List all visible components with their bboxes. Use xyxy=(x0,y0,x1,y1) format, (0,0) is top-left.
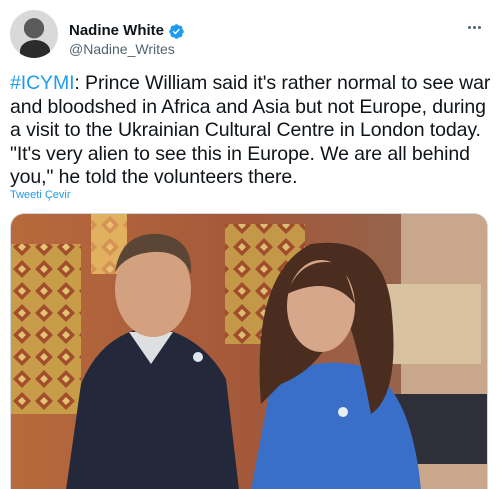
photo-illustration xyxy=(11,214,487,489)
tweet-header: Nadine White @Nadine_Writes xyxy=(10,10,488,58)
author-display-name[interactable]: Nadine White xyxy=(69,22,164,40)
translate-tweet-link[interactable]: Tweeti Çevir xyxy=(10,188,71,202)
tweet-photo[interactable] xyxy=(10,213,488,489)
tweet-text: #ICYMI: Prince William said it's rather … xyxy=(10,72,494,190)
author-name-row[interactable]: Nadine White xyxy=(69,22,185,40)
avatar[interactable] xyxy=(10,10,58,58)
verified-badge-icon xyxy=(169,23,184,39)
tweet-body: : Prince William said it's rather normal… xyxy=(10,72,491,188)
more-options-icon[interactable] xyxy=(462,20,486,34)
hashtag-link[interactable]: #ICYMI xyxy=(10,72,75,94)
author-handle[interactable]: @Nadine_Writes xyxy=(69,41,175,58)
